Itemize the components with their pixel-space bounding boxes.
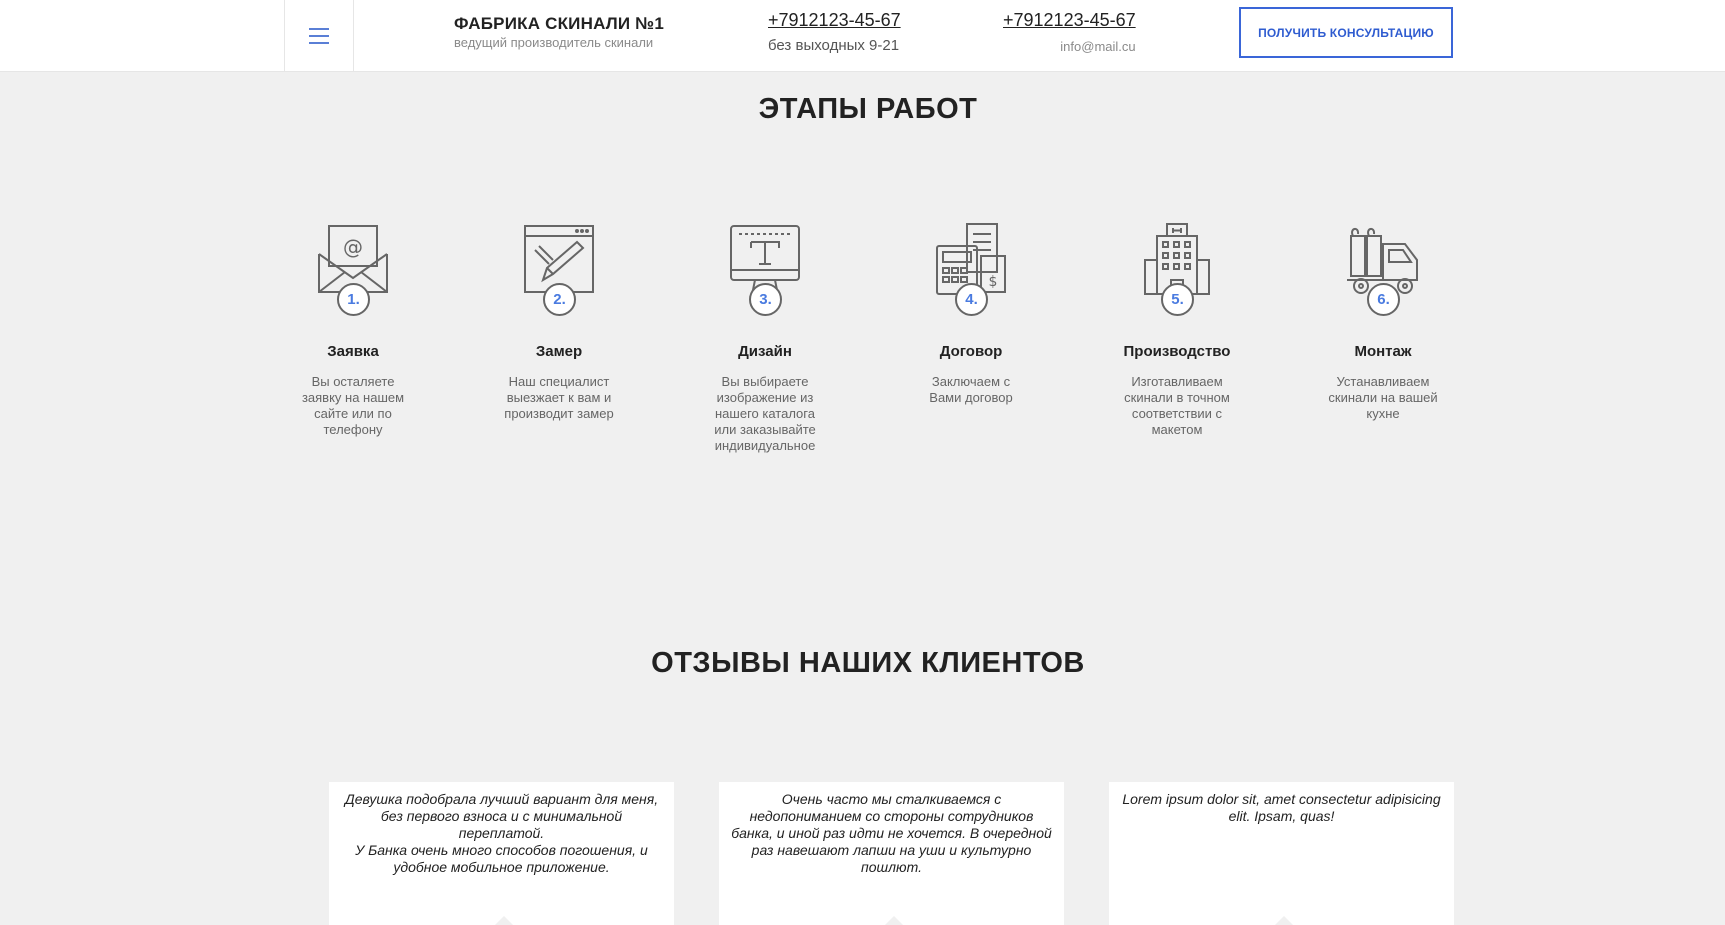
brand[interactable]: ФАБРИКА СКИНАЛИ №1 ведущий производитель… xyxy=(454,14,664,50)
contact-block-1: +7912123-45-67 без выходных 9-21 xyxy=(768,10,901,54)
get-consultation-button[interactable]: ПОЛУЧИТЬ КОНСУЛЬТАЦИЮ xyxy=(1239,7,1453,58)
email-text: info@mail.cu xyxy=(1060,39,1136,54)
review-line: Очень часто мы сталкиваемся с недопонима… xyxy=(731,791,1052,841)
phone-link-1[interactable]: +7912123-45-67 xyxy=(768,10,901,31)
step-number: 3. xyxy=(749,283,782,316)
brand-title: ФАБРИКА СКИНАЛИ №1 xyxy=(454,14,665,33)
step-description: Наш специалист выезжает к вам и производ… xyxy=(504,374,614,421)
step-description: Устанавливаем скинали на вашей кухне xyxy=(1328,374,1438,421)
working-hours: без выходных 9-21 xyxy=(768,37,900,54)
step-name: Договор xyxy=(939,343,1003,360)
step-description: Вы осталяете заявку на нашем сайте или п… xyxy=(301,374,405,437)
review-card: Очень часто мы сталкиваемся с недопонима… xyxy=(719,782,1064,925)
steps-section-title: ЭТАПЫ РАБОТ xyxy=(758,93,978,125)
review-line: раз навешают лапши на уши и культурно по… xyxy=(751,842,1032,875)
step-item: $ 4. Договор Заключаем с Вами договор xyxy=(896,220,1046,406)
step-item: 3. Дизайн Вы выбираете изображение из на… xyxy=(690,220,840,454)
review-line: Девушка подобрала лучший вариант для мен… xyxy=(344,791,659,807)
step-name: Монтаж xyxy=(1354,343,1412,360)
step-name: Производство xyxy=(1123,343,1231,360)
step-description: Изготавливаем скинали в точном соответст… xyxy=(1124,374,1230,437)
review-card: Lorem ipsum dolor sit, amet consectetur … xyxy=(1109,782,1454,925)
steps-list: @ 1. Заявка Вы осталяете заявку на нашем… xyxy=(0,220,1725,460)
svg-text:$: $ xyxy=(989,274,998,290)
review-pointer xyxy=(494,916,514,925)
step-number: 4. xyxy=(955,283,988,316)
review-line: Lorem ipsum dolor sit, amet consectetur … xyxy=(1122,791,1441,824)
step-number: 1. xyxy=(337,283,370,316)
site-header: ФАБРИКА СКИНАЛИ №1 ведущий производитель… xyxy=(0,0,1725,72)
step-name: Заявка xyxy=(327,343,379,360)
hamburger-icon xyxy=(309,26,329,47)
review-line: У Банка очень много способов погошения, … xyxy=(355,842,648,875)
review-pointer xyxy=(1274,916,1294,925)
brand-subtitle: ведущий производитель скинали xyxy=(454,35,654,50)
review-line: без первого взноса и с минимальной переп… xyxy=(380,808,623,841)
step-number: 6. xyxy=(1367,283,1400,316)
review-pointer xyxy=(884,916,904,925)
review-card: Девушка подобрала лучший вариант для мен… xyxy=(329,782,674,925)
svg-text:@: @ xyxy=(343,235,363,259)
step-item: 6. Монтаж Устанавливаем скинали на вашей… xyxy=(1308,220,1458,422)
phone-link-2[interactable]: +7912123-45-67 xyxy=(1003,10,1136,31)
step-item: 2. Замер Наш специалист выезжает к вам и… xyxy=(484,220,634,422)
step-description: Заключаем с Вами договор xyxy=(929,374,1013,405)
step-description: Вы выбираете изображение из нашего катал… xyxy=(714,374,816,453)
step-name: Дизайн xyxy=(738,343,792,360)
step-number: 2. xyxy=(543,283,576,316)
step-number: 5. xyxy=(1161,283,1194,316)
step-item: @ 1. Заявка Вы осталяете заявку на нашем… xyxy=(278,220,428,438)
step-item: 5. Производство Изготавливаем скинали в … xyxy=(1102,220,1252,438)
menu-button[interactable] xyxy=(284,0,354,72)
step-name: Замер xyxy=(535,343,583,360)
reviews-section-title: ОТЗЫВЫ НАШИХ КЛИЕНТОВ xyxy=(651,647,1085,679)
contact-block-2: +7912123-45-67 info@mail.cu xyxy=(1003,10,1136,54)
